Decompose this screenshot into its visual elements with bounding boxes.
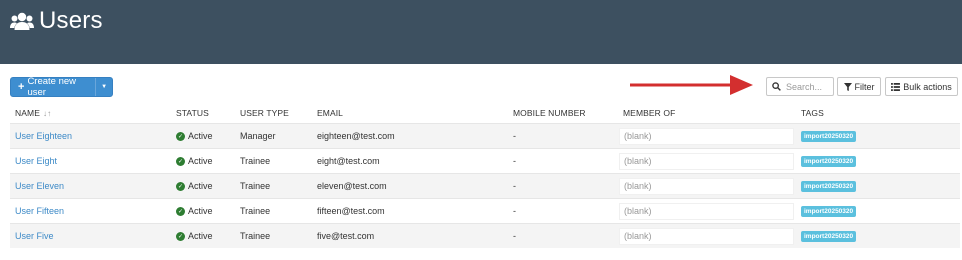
filter-icon (843, 82, 852, 91)
table-row: User Five ✓ Active Trainee five@test.com … (10, 224, 960, 248)
user-type-cell: Trainee (240, 231, 271, 241)
page-header: Users (0, 0, 962, 64)
tag-badge[interactable]: import20250320 (801, 230, 857, 242)
red-arrow-annotation (630, 75, 753, 95)
mobile-cell: - (513, 231, 516, 241)
tag-badge[interactable]: import20250320 (801, 205, 857, 217)
tags-cell: import20250320 (801, 224, 857, 248)
email-cell: fifteen@test.com (317, 206, 385, 216)
tag-badge[interactable]: import20250320 (801, 155, 857, 167)
user-name-link[interactable]: User Eight (15, 149, 57, 173)
bulk-actions-label: Bulk actions (903, 81, 952, 92)
user-name-link[interactable]: User Eighteen (15, 124, 72, 148)
create-new-user-button[interactable]: + Create new user ▼ (10, 76, 113, 98)
filter-button[interactable]: Filter (837, 77, 881, 96)
search-input[interactable]: Search... (766, 77, 834, 96)
tags-cell: import20250320 (801, 174, 857, 198)
user-name-link[interactable]: User Fifteen (15, 199, 64, 223)
user-name-link[interactable]: User Eleven (15, 174, 64, 198)
create-new-user-main[interactable]: + Create new user (11, 76, 97, 98)
member-of-cell: (blank) (619, 174, 794, 198)
email-cell: eight@test.com (317, 156, 380, 166)
member-of-cell: (blank) (619, 199, 794, 223)
list-icon (891, 82, 901, 91)
mobile-cell: - (513, 131, 516, 141)
tags-cell: import20250320 (801, 124, 857, 148)
status-cell: ✓ Active (176, 124, 213, 148)
status-label: Active (188, 131, 213, 141)
user-type-cell: Trainee (240, 156, 271, 166)
table-row: User Eighteen ✓ Active Manager eighteen@t… (10, 124, 960, 148)
status-label: Active (188, 231, 213, 241)
user-name-link[interactable]: User Five (15, 224, 54, 248)
tags-cell: import20250320 (801, 199, 857, 223)
status-cell: ✓ Active (176, 199, 213, 223)
check-circle-icon: ✓ (176, 131, 185, 141)
page-title: Users (39, 7, 103, 34)
search-placeholder: Search... (786, 81, 823, 92)
mobile-cell: - (513, 156, 516, 166)
member-of-cell: (blank) (619, 124, 794, 148)
tags-cell: import20250320 (801, 149, 857, 173)
tag-badge[interactable]: import20250320 (801, 130, 857, 142)
table-row: User Eleven ✓ Active Trainee eleven@test.… (10, 174, 960, 198)
email-cell: eighteen@test.com (317, 131, 395, 141)
status-label: Active (188, 156, 213, 166)
bulk-actions-button[interactable]: Bulk actions (885, 77, 958, 96)
table-row: User Fifteen ✓ Active Trainee fifteen@tes… (10, 199, 960, 223)
status-cell: ✓ Active (176, 224, 213, 248)
status-cell: ✓ Active (176, 149, 213, 173)
check-circle-icon: ✓ (176, 181, 185, 191)
check-circle-icon: ✓ (176, 206, 185, 216)
check-circle-icon: ✓ (176, 156, 185, 166)
users-icon (10, 12, 34, 30)
status-label: Active (188, 181, 213, 191)
plus-icon: + (18, 81, 25, 93)
member-of-field[interactable]: (blank) (619, 227, 794, 245)
member-of-cell: (blank) (619, 149, 794, 173)
mobile-cell: - (513, 206, 516, 216)
column-header-member-of: MEMBER OF (623, 108, 676, 118)
member-of-field[interactable]: (blank) (619, 127, 794, 145)
column-header-name[interactable]: NAME ↓↑ (15, 108, 51, 118)
email-cell: five@test.com (317, 231, 375, 241)
column-header-mobile: MOBILE NUMBER (513, 108, 586, 118)
member-of-field[interactable]: (blank) (619, 177, 794, 195)
status-label: Active (188, 206, 213, 216)
search-icon (772, 82, 781, 91)
check-circle-icon: ✓ (176, 231, 185, 241)
table-row: User Eight ✓ Active Trainee eight@test.co… (10, 149, 960, 173)
filter-label: Filter (854, 81, 875, 92)
tag-badge[interactable]: import20250320 (801, 180, 857, 192)
create-new-user-label: Create new user (27, 76, 77, 98)
column-header-name-label: NAME (15, 108, 40, 118)
user-type-cell: Manager (240, 131, 276, 141)
caret-down-icon[interactable]: ▼ (96, 78, 112, 96)
column-header-email: EMAIL (317, 108, 344, 118)
member-of-cell: (blank) (619, 224, 794, 248)
user-type-cell: Trainee (240, 206, 271, 216)
user-type-cell: Trainee (240, 181, 271, 191)
mobile-cell: - (513, 181, 516, 191)
member-of-field[interactable]: (blank) (619, 152, 794, 170)
member-of-field[interactable]: (blank) (619, 202, 794, 220)
status-cell: ✓ Active (176, 174, 213, 198)
column-header-status: STATUS (176, 108, 209, 118)
email-cell: eleven@test.com (317, 181, 387, 191)
column-header-tags: TAGS (801, 108, 824, 118)
column-header-user-type: USER TYPE (240, 108, 289, 118)
sort-icon[interactable]: ↓↑ (43, 109, 51, 118)
